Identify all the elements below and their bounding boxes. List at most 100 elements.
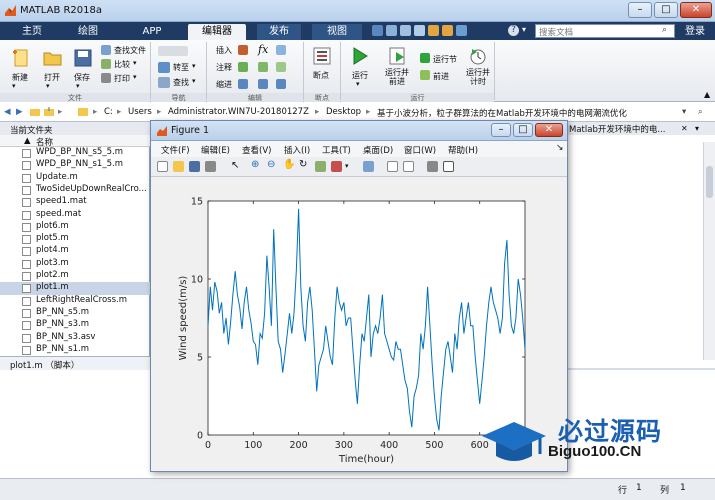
menu-window[interactable]: 窗口(W) (404, 144, 436, 156)
hide-plot-tools-icon[interactable] (427, 161, 438, 172)
indent-button[interactable]: 缩进 (216, 79, 232, 90)
path-segment-users[interactable]: Users (128, 107, 152, 117)
advance-button[interactable]: 前进 (433, 71, 449, 82)
tab-view[interactable]: 视图 (312, 24, 362, 40)
find-dropdown-icon[interactable]: ▾ (192, 77, 196, 85)
zoom-in-icon[interactable]: ⊕ (251, 159, 262, 170)
path-segment-drive[interactable]: C: (104, 107, 113, 117)
brush-icon[interactable] (331, 161, 342, 172)
file-list-item[interactable]: LeftRightRealCross.m (0, 295, 150, 307)
insert-section-icon[interactable] (238, 45, 248, 55)
run-time-icon[interactable] (468, 46, 488, 66)
file-list-item[interactable]: WPD_BP_NN_s5_5.m (0, 147, 150, 159)
redo-quick-icon[interactable] (442, 25, 453, 36)
file-list-item[interactable]: plot1.m (0, 282, 150, 295)
rotate-3d-icon[interactable]: ↻ (299, 159, 310, 170)
new-figure-icon[interactable] (157, 161, 168, 172)
find-files-button[interactable]: 查找文件 (114, 45, 146, 56)
goto-button[interactable]: 转至 (173, 62, 189, 73)
path-segment-user[interactable]: Administrator.WIN7U-20180127Z (168, 107, 309, 117)
menu-file[interactable]: 文件(F) (161, 144, 190, 156)
minimize-button[interactable]: – (628, 2, 652, 18)
new-dropdown-icon[interactable]: ▾ (12, 82, 16, 90)
insert-function-icon[interactable] (276, 45, 286, 55)
file-list-item[interactable]: plot5.m (0, 233, 150, 245)
collapse-ribbon-icon[interactable]: ▲ (704, 90, 710, 99)
switch-windows-icon[interactable] (456, 25, 467, 36)
tab-home[interactable]: 主页 (12, 24, 52, 40)
colorbar-icon[interactable] (387, 161, 398, 172)
editor-menu-icon[interactable]: ▾ (695, 124, 699, 133)
run-button[interactable]: 运行 (352, 70, 368, 81)
open-file-icon[interactable] (173, 161, 184, 172)
pan-icon[interactable]: ✋ (283, 159, 295, 170)
path-dropdown-icon[interactable]: ▾ (682, 107, 686, 117)
tab-plots[interactable]: 绘图 (68, 24, 108, 40)
file-list-item[interactable]: plot6.m (0, 221, 150, 233)
tab-apps[interactable]: APP (127, 24, 177, 40)
maximize-button[interactable]: □ (654, 2, 678, 18)
breakpoints-button[interactable]: 断点 (313, 70, 329, 81)
open-dropdown-icon[interactable]: ▾ (46, 82, 50, 90)
insert-button[interactable]: 插入 (216, 45, 232, 56)
legend-icon[interactable] (403, 161, 414, 172)
file-list-item[interactable]: Update.m (0, 172, 150, 184)
browse-folder-icon[interactable] (44, 107, 54, 119)
back-arrow-icon[interactable]: ◀ (4, 107, 11, 117)
menu-help[interactable]: 帮助(H) (448, 144, 478, 156)
menu-desktop[interactable]: 桌面(D) (363, 144, 393, 156)
run-dropdown-icon[interactable]: ▾ (356, 80, 360, 88)
run-advance-icon[interactable] (388, 46, 408, 66)
path-segment-desktop[interactable]: Desktop (326, 107, 361, 117)
folder-up-icon[interactable] (30, 107, 40, 119)
print-button[interactable]: 打印 (114, 73, 130, 84)
path-search-icon[interactable]: ⌕ (698, 107, 703, 117)
file-list-item[interactable]: plot4.m (0, 245, 150, 257)
undo-quick-icon[interactable] (428, 25, 439, 36)
find-button[interactable]: 查找 (173, 77, 189, 88)
comment-button[interactable]: 注释 (216, 62, 232, 73)
file-list-item[interactable]: WPD_BP_NN_s1_5.m (0, 159, 150, 171)
edit-plot-icon[interactable]: ↖ (231, 160, 242, 171)
file-list-item[interactable]: plot2.m (0, 270, 150, 282)
figure-title-bar[interactable]: Figure 1 – □ ✕ (151, 121, 567, 141)
menu-dock-icon[interactable]: ↘ (556, 143, 564, 153)
run-section-button[interactable]: 运行节 (433, 54, 457, 65)
tab-publish[interactable]: 发布 (257, 24, 301, 40)
file-list-item[interactable]: plot3.m (0, 258, 150, 270)
file-list-item[interactable]: BP_NN_s3.asv (0, 332, 150, 344)
figure-minimize-button[interactable]: – (491, 123, 511, 137)
run-advance-button[interactable]: 运行并 前进 (385, 68, 409, 86)
figure-close-button[interactable]: ✕ (535, 123, 563, 137)
compare-dropdown-icon[interactable]: ▾ (133, 59, 137, 67)
file-list-item[interactable]: speed.mat (0, 209, 150, 221)
menu-view[interactable]: 查看(V) (242, 144, 271, 156)
run-time-button[interactable]: 运行并 计时 (466, 68, 490, 86)
menu-tools[interactable]: 工具(T) (322, 144, 351, 156)
save-figure-icon[interactable] (189, 161, 200, 172)
increase-indent-icon[interactable] (258, 79, 268, 89)
save-quick-icon[interactable] (372, 25, 383, 36)
show-plot-tools-icon[interactable] (443, 161, 454, 172)
help-icon[interactable]: ? (508, 25, 519, 36)
search-documentation-input[interactable]: 搜索文档 ⌕ (535, 24, 675, 38)
uncomment-icon[interactable] (258, 62, 268, 72)
cut-quick-icon[interactable] (386, 25, 397, 36)
open-folder-icon[interactable] (42, 48, 64, 68)
data-cursor-icon[interactable] (315, 161, 326, 172)
editor-close-icon[interactable]: ✕ (681, 124, 688, 133)
fx-button[interactable]: fx (258, 43, 268, 56)
login-link[interactable]: 登录 (680, 24, 710, 40)
new-icon[interactable] (10, 48, 32, 68)
close-button[interactable]: ✕ (680, 2, 712, 18)
file-list-item[interactable]: BP_NN_s3.m (0, 319, 150, 331)
comment-icon[interactable] (238, 62, 248, 72)
file-list-item[interactable]: TwoSideUpDownRealCro... (0, 184, 150, 196)
address-bar[interactable]: ◀ ▶ ▸ ▸ C: ▸ Users ▸ Administrator.WIN7U… (0, 102, 715, 122)
decrease-indent-icon[interactable] (276, 79, 286, 89)
menu-edit[interactable]: 编辑(E) (201, 144, 230, 156)
compare-button[interactable]: 比较 (114, 59, 130, 70)
wrap-comments-icon[interactable] (276, 62, 286, 72)
menu-insert[interactable]: 插入(I) (284, 144, 310, 156)
smart-indent-icon[interactable] (238, 79, 248, 89)
